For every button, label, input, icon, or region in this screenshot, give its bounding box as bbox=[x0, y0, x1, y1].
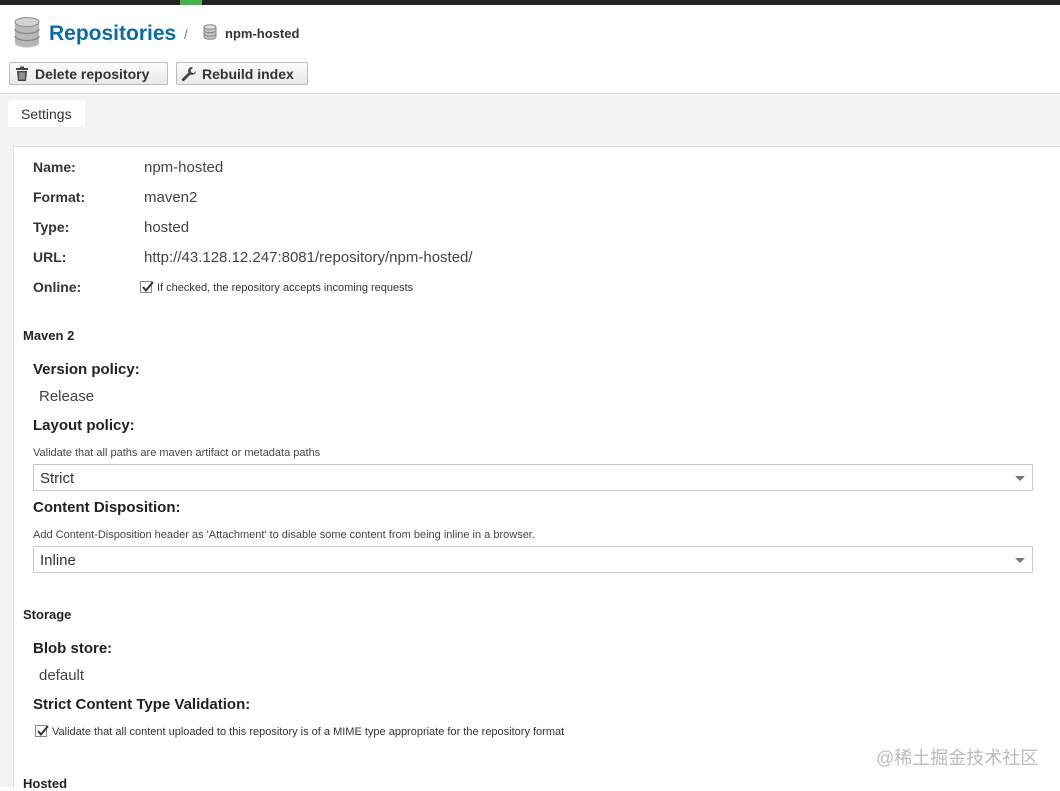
blob-store-value: default bbox=[39, 667, 85, 684]
layout-policy-select[interactable]: Strict bbox=[33, 464, 1033, 491]
strict-validation-checkbox[interactable] bbox=[35, 725, 49, 737]
tab-settings[interactable]: Settings bbox=[8, 100, 85, 127]
content-disposition-help: Add Content-Disposition header as 'Attac… bbox=[33, 529, 535, 541]
url-value[interactable]: http://43.128.12.247:8081/repository/npm… bbox=[144, 249, 473, 266]
tab-bar: Settings bbox=[0, 93, 1060, 133]
strict-validation-label: Strict Content Type Validation: bbox=[33, 696, 251, 713]
version-policy-label: Version policy: bbox=[33, 361, 140, 378]
checkmark-icon bbox=[142, 281, 154, 293]
online-label: Online: bbox=[33, 279, 82, 295]
breadcrumb-current: npm-hosted bbox=[225, 26, 300, 41]
chevron-down-icon bbox=[1015, 476, 1025, 481]
database-icon bbox=[203, 24, 217, 45]
trash-icon bbox=[14, 66, 30, 82]
type-value: hosted bbox=[144, 219, 190, 236]
database-icon bbox=[14, 17, 40, 53]
name-value: npm-hosted bbox=[144, 159, 224, 176]
delete-repository-label: Delete repository bbox=[35, 65, 150, 82]
blob-store-label: Blob store: bbox=[33, 640, 113, 657]
delete-repository-button[interactable]: Delete repository bbox=[9, 62, 168, 85]
checkmark-icon bbox=[37, 725, 49, 737]
layout-policy-selected: Strict bbox=[40, 470, 75, 487]
name-label: Name: bbox=[33, 159, 76, 175]
content-disposition-label: Content Disposition: bbox=[33, 499, 181, 516]
toolbar: Delete repository Rebuild index bbox=[0, 62, 1060, 93]
content-disposition-select[interactable]: Inline bbox=[33, 546, 1033, 573]
page-header: Repositories / npm-hosted bbox=[0, 5, 1060, 62]
version-policy-value: Release bbox=[39, 388, 95, 405]
format-label: Format: bbox=[33, 189, 86, 205]
online-checkbox[interactable] bbox=[140, 281, 154, 293]
type-label: Type: bbox=[33, 219, 70, 235]
storage-section-title: Storage bbox=[23, 607, 72, 622]
layout-policy-label: Layout policy: bbox=[33, 417, 135, 434]
content-disposition-selected: Inline bbox=[40, 552, 76, 569]
page-title[interactable]: Repositories bbox=[49, 22, 176, 46]
rebuild-index-label: Rebuild index bbox=[202, 65, 294, 82]
hosted-section-title: Hosted bbox=[23, 776, 68, 791]
breadcrumb-separator: / bbox=[184, 27, 188, 42]
online-help: If checked, the repository accepts incom… bbox=[157, 282, 414, 294]
chevron-down-icon bbox=[1015, 558, 1025, 563]
maven-section-title: Maven 2 bbox=[23, 328, 75, 343]
url-label: URL: bbox=[33, 249, 67, 265]
wrench-icon bbox=[181, 66, 197, 82]
layout-policy-help: Validate that all paths are maven artifa… bbox=[33, 447, 321, 459]
rebuild-index-button[interactable]: Rebuild index bbox=[176, 62, 308, 85]
strict-validation-help: Validate that all content uploaded to th… bbox=[52, 726, 565, 738]
format-value: maven2 bbox=[144, 189, 198, 206]
watermark: @稀土掘金技术社区 bbox=[876, 748, 1039, 768]
